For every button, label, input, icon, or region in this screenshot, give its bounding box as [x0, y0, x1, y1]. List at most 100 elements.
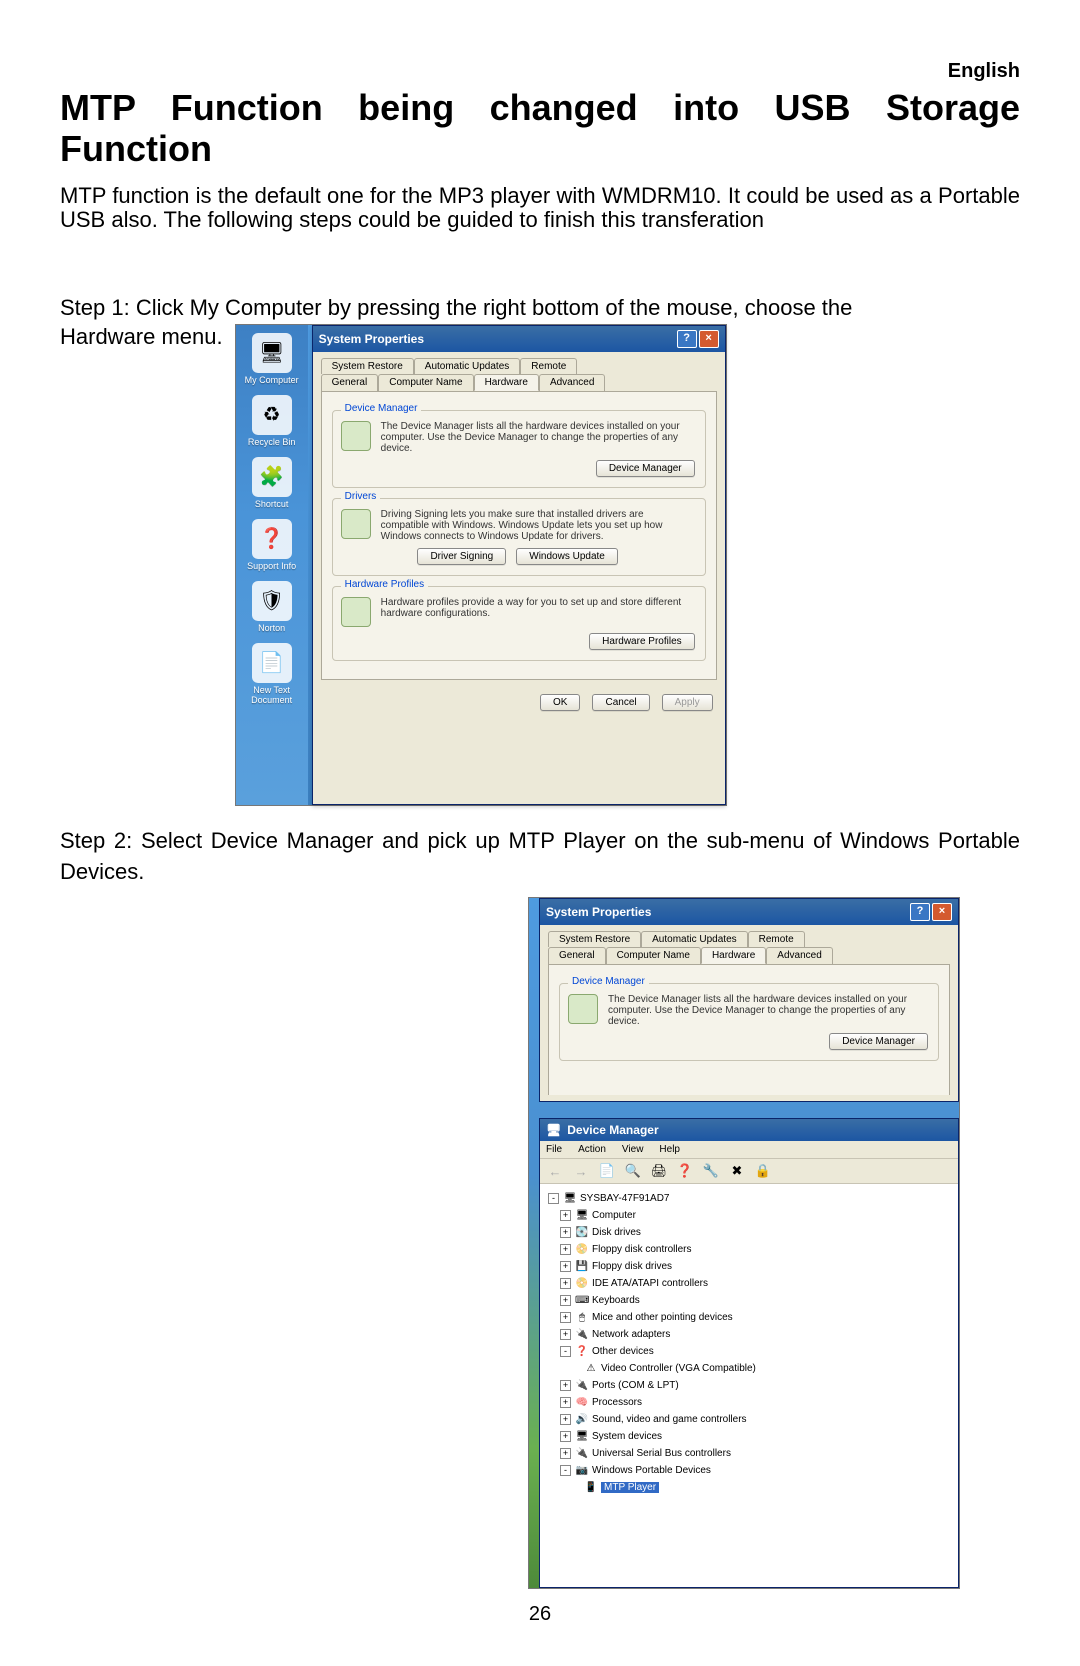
titlebar-2: System Properties ? × [540, 899, 958, 925]
apply-button[interactable]: Apply [662, 694, 713, 711]
tab-automatic-updates[interactable]: Automatic Updates [641, 931, 748, 947]
tree-root[interactable]: -🖥SYSBAY-47F91AD7 [548, 1190, 950, 1207]
device-manager-menubar: File Action View Help [540, 1141, 958, 1159]
tab-hardware[interactable]: Hardware [701, 947, 766, 964]
device-manager-icon [341, 421, 371, 451]
properties-icon[interactable]: 📄 [598, 1162, 616, 1180]
device-manager-title-icon: 🖥 [546, 1123, 561, 1137]
device-manager-text-2: The Device Manager lists all the hardwar… [608, 994, 928, 1027]
dialog-title-2: System Properties [546, 905, 651, 919]
tree-item[interactable]: +💾Floppy disk drives [548, 1258, 950, 1275]
tree-item[interactable]: +📀IDE ATA/ATAPI controllers [548, 1275, 950, 1292]
tab-row-1b: System RestoreAutomatic UpdatesRemote [540, 925, 958, 947]
close-button-2[interactable]: × [932, 903, 952, 921]
tree-item[interactable]: +🔌Universal Serial Bus controllers [548, 1445, 950, 1462]
desktop-icon[interactable]: 📄 [252, 643, 292, 683]
tree-item[interactable]: -❓Other devices [548, 1343, 950, 1360]
tab-computer-name[interactable]: Computer Name [378, 374, 473, 391]
screenshot-device-manager: System Properties ? × System RestoreAuto… [528, 897, 960, 1589]
tree-item[interactable]: +🔌Ports (COM & LPT) [548, 1377, 950, 1394]
tab-general[interactable]: General [548, 947, 606, 964]
tab-system-restore[interactable]: System Restore [321, 358, 414, 374]
desktop-icon[interactable]: ❓ [252, 519, 292, 559]
tree-item[interactable]: +💽Disk drives [548, 1224, 950, 1241]
tab-remote[interactable]: Remote [520, 358, 577, 374]
tree-child-item[interactable]: ⚠Video Controller (VGA Compatible) [548, 1360, 950, 1377]
tab-automatic-updates[interactable]: Automatic Updates [414, 358, 521, 374]
device-manager-button[interactable]: Device Manager [596, 460, 695, 477]
group-title-drivers: Drivers [341, 491, 381, 502]
screenshot-system-properties: 🖥My Computer♻Recycle Bin🧩Shortcut❓Suppor… [235, 324, 727, 806]
tab-general[interactable]: General [321, 374, 379, 391]
tab-computer-name[interactable]: Computer Name [606, 947, 701, 964]
tree-item[interactable]: +📀Floppy disk controllers [548, 1241, 950, 1258]
driver-signing-button[interactable]: Driver Signing [417, 548, 506, 565]
tab-advanced[interactable]: Advanced [539, 374, 605, 391]
page-number: 26 [60, 1603, 1020, 1626]
device-manager-button-2[interactable]: Device Manager [829, 1033, 928, 1050]
update-driver-icon[interactable]: 🔧 [702, 1162, 720, 1180]
desktop-icon[interactable]: 🛡 [252, 581, 292, 621]
step1-text-line2: Hardware menu. [60, 324, 235, 350]
menu-view[interactable]: View [622, 1144, 644, 1155]
tree-item[interactable]: +🖥Computer [548, 1207, 950, 1224]
desktop-icon[interactable]: ♻ [252, 395, 292, 435]
ok-button[interactable]: OK [540, 694, 580, 711]
system-properties-dialog-2: System Properties ? × System RestoreAuto… [539, 898, 959, 1102]
disable-icon[interactable]: 🔒 [754, 1162, 772, 1180]
language-label: English [60, 60, 1020, 83]
tree-item[interactable]: -📷Windows Portable Devices [548, 1462, 950, 1479]
tab-row-2b: GeneralComputer NameHardwareAdvanced [540, 947, 958, 964]
tree-item[interactable]: +⌨Keyboards [548, 1292, 950, 1309]
drivers-text: Driving Signing lets you make sure that … [381, 509, 695, 542]
drivers-icon [341, 509, 371, 539]
device-manager-text: The Device Manager lists all the hardwar… [381, 421, 695, 454]
device-manager-icon-2 [568, 994, 598, 1024]
scan-icon[interactable]: 🔍 [624, 1162, 642, 1180]
group-title-hardware-profiles: Hardware Profiles [341, 579, 428, 590]
device-tree[interactable]: -🖥SYSBAY-47F91AD7+🖥Computer+💽Disk drives… [540, 1184, 958, 1502]
tree-item[interactable]: +🔊Sound, video and game controllers [548, 1411, 950, 1428]
device-manager-titlebar: 🖥Device Manager [540, 1119, 958, 1141]
tree-item[interactable]: +🔌Network adapters [548, 1326, 950, 1343]
close-button[interactable]: × [699, 330, 719, 348]
desktop-icon-label: Support Info [236, 561, 308, 571]
cancel-button[interactable]: Cancel [592, 694, 649, 711]
uninstall-icon[interactable]: ✖ [728, 1162, 746, 1180]
tab-row-1: System RestoreAutomatic UpdatesRemote [313, 352, 725, 374]
tab-row-2: GeneralComputer NameHardwareAdvanced [313, 374, 725, 391]
page-title: MTP Function being changed into USB Stor… [60, 87, 1020, 170]
step1-text-line1: Step 1: Click My Computer by pressing th… [60, 293, 1020, 324]
system-properties-dialog: System Properties ? × System RestoreAuto… [312, 325, 726, 805]
desktop-icon[interactable]: 🧩 [252, 457, 292, 497]
tab-hardware[interactable]: Hardware [474, 374, 539, 391]
print-icon[interactable]: 🖨 [650, 1162, 668, 1180]
tab-advanced[interactable]: Advanced [766, 947, 832, 964]
hardware-profiles-button[interactable]: Hardware Profiles [589, 633, 694, 650]
tree-item[interactable]: +🧠Processors [548, 1394, 950, 1411]
menu-help[interactable]: Help [659, 1144, 680, 1155]
tree-item[interactable]: +🖱Mice and other pointing devices [548, 1309, 950, 1326]
desktop-icon-label: Norton [236, 623, 308, 633]
help-button[interactable]: ? [677, 330, 697, 348]
desktop-icon-label: My Computer [236, 375, 308, 385]
hardware-profiles-icon [341, 597, 371, 627]
back-icon[interactable]: ← [546, 1162, 564, 1180]
desktop-icons-strip: 🖥My Computer♻Recycle Bin🧩Shortcut❓Suppor… [236, 325, 308, 805]
help-button-2[interactable]: ? [910, 903, 930, 921]
desktop-icon[interactable]: 🖥 [252, 333, 292, 373]
dialog-title: System Properties [319, 332, 424, 346]
dialog-buttons: OK Cancel Apply [313, 686, 725, 721]
help-icon[interactable]: ❓ [676, 1162, 694, 1180]
tree-child-item[interactable]: 📱MTP Player [548, 1479, 950, 1496]
tab-remote[interactable]: Remote [748, 931, 805, 947]
menu-file[interactable]: File [546, 1144, 562, 1155]
step2-text: Step 2: Select Device Manager and pick u… [60, 826, 1020, 888]
hardware-panel: Device Manager The Device Manager lists … [321, 391, 717, 680]
device-manager-group: Device Manager The Device Manager lists … [332, 410, 706, 488]
forward-icon[interactable]: → [572, 1162, 590, 1180]
tree-item[interactable]: +🖥System devices [548, 1428, 950, 1445]
windows-update-button[interactable]: Windows Update [516, 548, 618, 565]
tab-system-restore[interactable]: System Restore [548, 931, 641, 947]
menu-action[interactable]: Action [578, 1144, 606, 1155]
